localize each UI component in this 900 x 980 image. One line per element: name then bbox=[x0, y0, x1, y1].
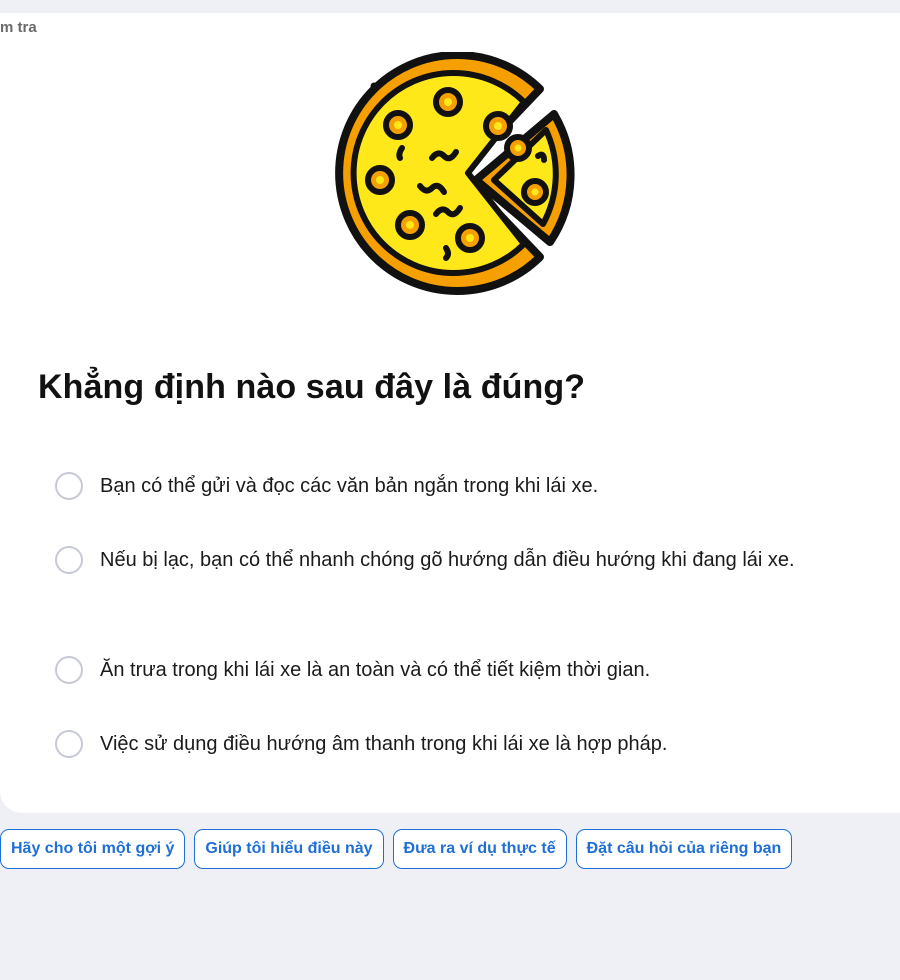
example-button[interactable]: Đưa ra ví dụ thực tế bbox=[392, 829, 567, 869]
answer-option[interactable]: Nếu bị lạc, bạn có thể nhanh chóng gõ hư… bbox=[55, 542, 855, 578]
radio-button[interactable] bbox=[55, 472, 83, 500]
radio-button[interactable] bbox=[55, 730, 83, 758]
breadcrumb-label: m tra bbox=[0, 19, 37, 36]
answer-option[interactable]: Bạn có thể gửi và đọc các văn bản ngắn t… bbox=[55, 468, 855, 504]
ask-own-question-button[interactable]: Đặt câu hỏi của riêng bạn bbox=[575, 829, 793, 869]
radio-button[interactable] bbox=[55, 656, 83, 684]
suggestion-chips: Hãy cho tôi một gợi ý Giúp tôi hiểu điều… bbox=[0, 829, 801, 869]
question-title: Khẳng định nào sau đây là đúng? bbox=[38, 368, 586, 406]
hint-button[interactable]: Hãy cho tôi một gợi ý bbox=[0, 829, 186, 869]
answer-option-label: Bạn có thể gửi và đọc các văn bản ngắn t… bbox=[100, 475, 599, 497]
explain-button[interactable]: Giúp tôi hiểu điều này bbox=[194, 829, 384, 869]
answer-option-label: Việc sử dụng điều hướng âm thanh trong k… bbox=[100, 733, 668, 755]
answer-option-label: Nếu bị lạc, bạn có thể nhanh chóng gõ hư… bbox=[100, 549, 795, 571]
answer-option[interactable]: Việc sử dụng điều hướng âm thanh trong k… bbox=[55, 726, 855, 762]
answer-option[interactable]: Ăn trưa trong khi lái xe là an toàn và c… bbox=[55, 652, 855, 688]
radio-button[interactable] bbox=[55, 546, 83, 574]
answer-option-label: Ăn trưa trong khi lái xe là an toàn và c… bbox=[100, 659, 651, 681]
pizza-slice-icon bbox=[335, 52, 575, 295]
